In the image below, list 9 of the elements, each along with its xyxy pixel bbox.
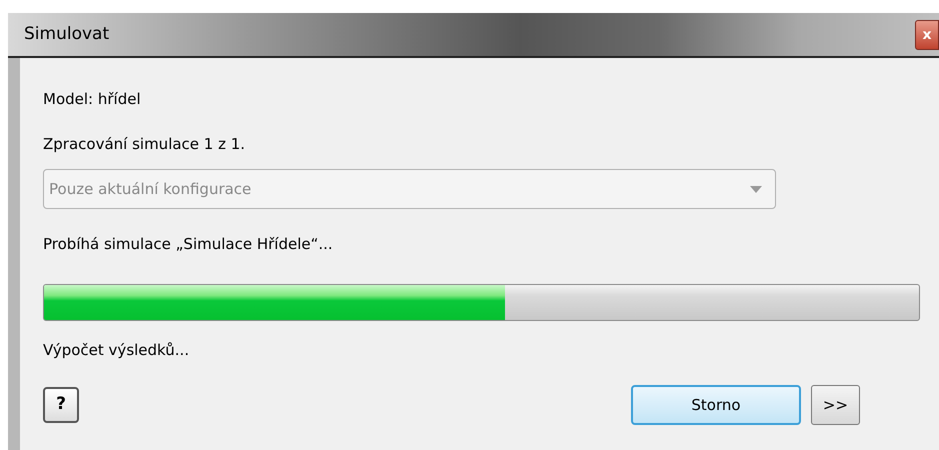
processing-label: Zpracování simulace 1 z 1.: [43, 134, 246, 155]
model-label: Model: hřídel: [43, 89, 142, 110]
cancel-button[interactable]: Storno: [631, 385, 801, 425]
status-message: Výpočet výsledků...: [43, 340, 190, 361]
help-button[interactable]: ?: [43, 387, 79, 423]
window-title: Simulovat: [23, 22, 110, 46]
dropdown-arrow-icon: [750, 186, 762, 192]
expand-button[interactable]: >>: [811, 385, 860, 425]
progress-message: Probíhá simulace „Simulace Hřídele“...: [43, 234, 334, 255]
